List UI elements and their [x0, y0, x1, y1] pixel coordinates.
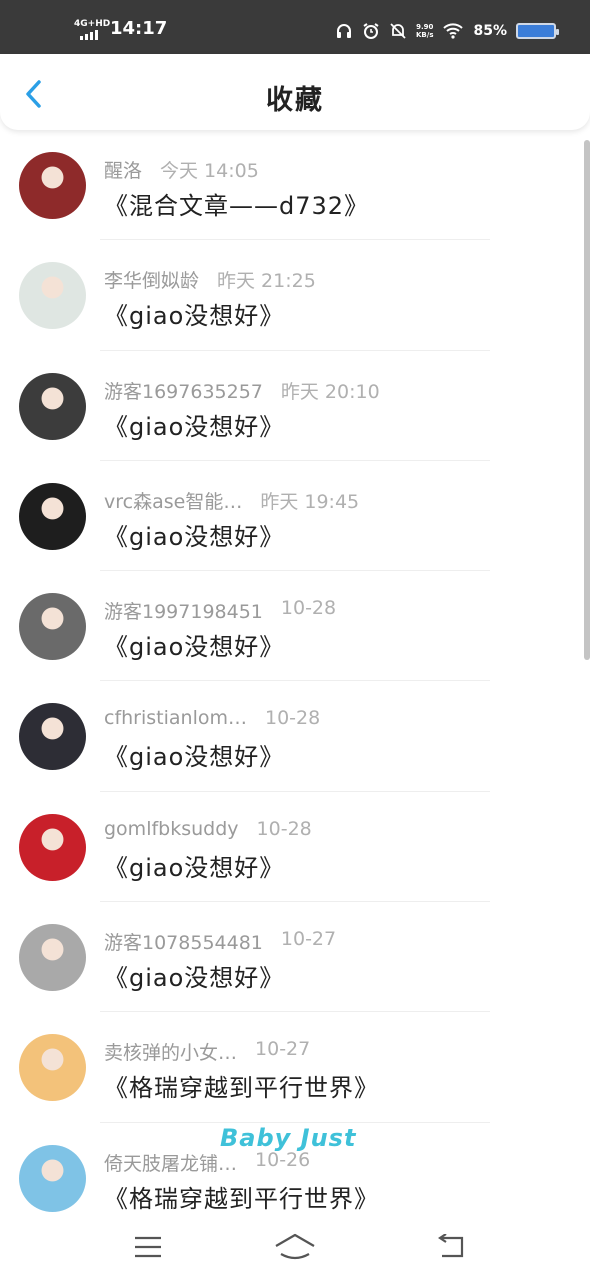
author-name[interactable]: 卖核弹的小女…	[104, 1038, 237, 1065]
item-meta: vrc森ase智能… 昨天 19:45	[104, 487, 359, 513]
author-name[interactable]: 游客1997198451	[104, 597, 263, 624]
app-header: 收藏	[0, 54, 590, 130]
article-title[interactable]: 《giao没想好》	[104, 407, 284, 442]
headphones-icon	[337, 24, 351, 38]
item-meta: 游客1997198451 10-28	[104, 597, 336, 623]
menu-icon	[135, 1236, 161, 1258]
network-speed: 9.90 KB/s	[416, 23, 434, 39]
timestamp: 10-27	[280, 928, 337, 951]
article-title[interactable]: 《格瑞穿越到平行世界》	[104, 1068, 379, 1103]
item-meta: 李华倒姒龄 昨天 21:25	[104, 266, 316, 292]
article-title[interactable]: 《格瑞穿越到平行世界》	[104, 1179, 379, 1214]
avatar[interactable]	[19, 593, 86, 661]
item-meta: 倚天肢屠龙铺… 10-26	[104, 1149, 310, 1175]
author-name[interactable]: 游客1697635257	[104, 377, 263, 404]
author-name[interactable]: vrc森ase智能…	[104, 487, 242, 514]
favorite-item[interactable]: cfhristianlom… 10-28 《giao没想好》	[0, 681, 590, 792]
wifi-icon	[443, 23, 464, 39]
item-meta: 游客1078554481 10-27	[104, 928, 336, 954]
article-title[interactable]: 《giao没想好》	[104, 848, 284, 883]
item-meta: 游客1697635257 昨天 20:10	[104, 377, 380, 403]
page-title: 收藏	[266, 85, 324, 116]
home-icon	[275, 1233, 315, 1260]
battery-percent: 85%	[473, 23, 507, 39]
signal-icon	[80, 30, 98, 40]
home-button[interactable]	[273, 1227, 317, 1267]
favorites-list[interactable]: 醒洛 今天 14:05 《混合文章——d732》李华倒姒龄 昨天 21:25 《giao…	[0, 130, 590, 1215]
article-title[interactable]: 《giao没想好》	[104, 958, 284, 993]
avatar[interactable]	[19, 262, 86, 330]
status-bar: 4G+HD 14:17 9.90 KB/s 85%	[0, 0, 590, 54]
avatar[interactable]	[19, 372, 86, 440]
avatar[interactable]	[19, 1034, 86, 1102]
article-title[interactable]: 《giao没想好》	[104, 296, 284, 331]
article-title[interactable]: 《giao没想好》	[104, 517, 284, 552]
author-name[interactable]: 李华倒姒龄	[104, 266, 199, 293]
avatar[interactable]	[19, 482, 86, 550]
item-meta: gomlfbksuddy 10-28	[104, 818, 312, 844]
favorite-item[interactable]: 卖核弹的小女… 10-27 《格瑞穿越到平行世界》	[0, 1012, 590, 1123]
avatar[interactable]	[19, 703, 86, 771]
menu-button[interactable]	[126, 1227, 170, 1267]
article-title[interactable]: 《混合文章——d732》	[104, 186, 369, 221]
network-type: 4G+HD	[74, 19, 111, 29]
timestamp: 10-27	[255, 1038, 311, 1061]
avatar[interactable]	[19, 813, 86, 881]
author-name[interactable]: cfhristianlom…	[104, 707, 247, 729]
item-meta: 醒洛 今天 14:05	[104, 156, 259, 182]
timestamp: 10-28	[256, 817, 312, 840]
timestamp: 10-28	[265, 707, 321, 730]
favorite-item[interactable]: vrc森ase智能… 昨天 19:45 《giao没想好》	[0, 461, 590, 572]
author-name[interactable]: 倚天肢屠龙铺…	[104, 1149, 237, 1176]
avatar[interactable]	[19, 1144, 86, 1212]
timestamp: 今天 14:05	[160, 160, 259, 182]
timestamp: 昨天 21:25	[217, 270, 316, 293]
timestamp: 10-28	[280, 597, 337, 620]
back-arrow-icon	[438, 1234, 464, 1258]
favorite-item[interactable]: 游客1078554481 10-27 《giao没想好》	[0, 902, 590, 1013]
article-title[interactable]: 《giao没想好》	[104, 737, 284, 772]
article-title[interactable]: 《giao没想好》	[104, 627, 284, 662]
alarm-icon	[363, 23, 379, 39]
favorite-item[interactable]: 游客1697635257 昨天 20:10 《giao没想好》	[0, 351, 590, 461]
author-name[interactable]: 醒洛	[104, 156, 142, 183]
author-name[interactable]: gomlfbksuddy	[104, 818, 239, 840]
mute-bell-icon	[390, 23, 406, 39]
timestamp: 昨天 20:10	[280, 380, 380, 403]
item-meta: cfhristianlom… 10-28	[104, 707, 320, 733]
item-meta: 卖核弹的小女… 10-27	[104, 1038, 310, 1064]
scrollbar[interactable]	[584, 140, 590, 660]
author-name[interactable]: 游客1078554481	[104, 928, 263, 955]
avatar[interactable]	[19, 924, 86, 992]
favorite-item[interactable]: 醒洛 今天 14:05 《混合文章——d732》	[0, 130, 590, 241]
avatar[interactable]	[19, 152, 86, 219]
favorite-item[interactable]: gomlfbksuddy 10-28 《giao没想好》	[0, 792, 590, 903]
status-time: 14:17	[110, 18, 168, 39]
timestamp: 昨天 19:45	[260, 490, 360, 513]
system-back-button[interactable]	[428, 1227, 472, 1267]
watermark: Baby Just	[220, 1124, 357, 1152]
system-nav-bar	[0, 1215, 590, 1280]
battery-icon	[516, 23, 559, 39]
favorite-item[interactable]: 李华倒姒龄 昨天 21:25 《giao没想好》	[0, 240, 590, 351]
favorite-item[interactable]: 游客1997198451 10-28 《giao没想好》	[0, 571, 590, 682]
